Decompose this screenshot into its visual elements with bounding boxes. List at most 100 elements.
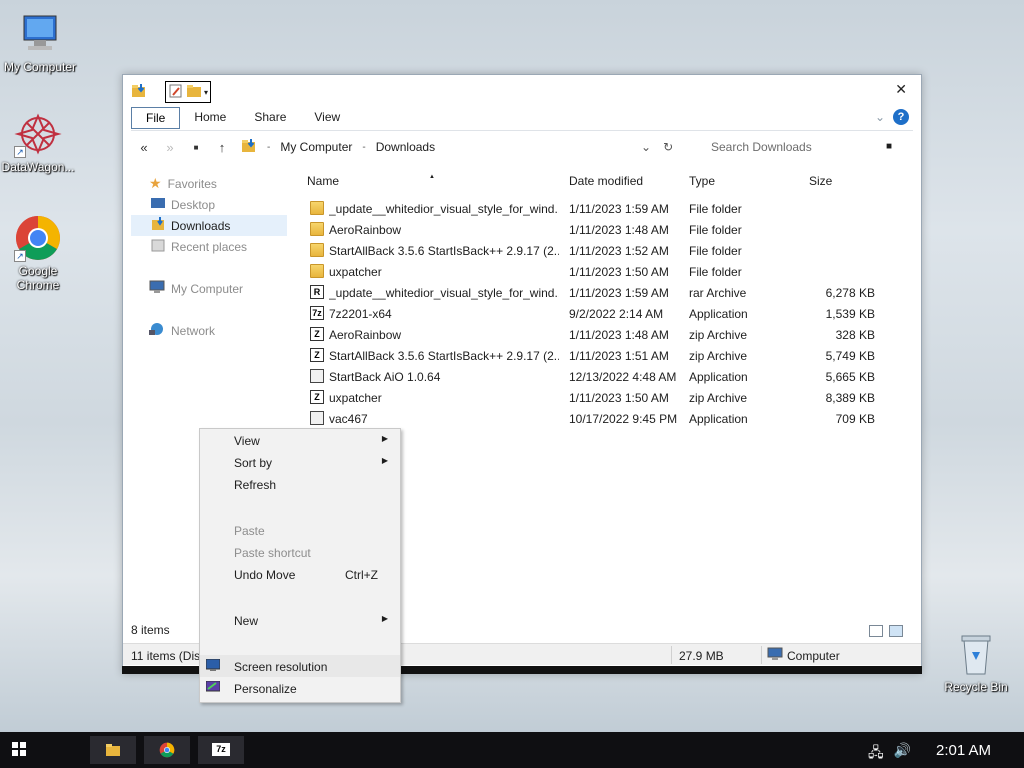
taskbar-file-explorer[interactable] — [90, 736, 136, 764]
address-dropdown-icon[interactable]: ⌄ — [641, 140, 651, 154]
menu-item-undo-move[interactable]: Undo Move Ctrl+Z — [200, 563, 400, 585]
tab-file[interactable]: File — [131, 107, 181, 129]
search-input[interactable]: Search Downloads — [707, 135, 897, 159]
ribbon-divider — [131, 130, 913, 131]
menu-item-view[interactable]: View ▶ — [200, 429, 400, 451]
desktop-icon-my-computer[interactable]: My Computer — [0, 10, 80, 74]
menu-item-new[interactable]: New ▶ — [200, 609, 400, 631]
file-type: rar Archive — [689, 286, 747, 300]
file-name: StartAllBack 3.5.6 StartIsBack++ 2.9.17 … — [329, 244, 559, 258]
menu-label: Sort by — [234, 456, 273, 470]
file-type: File folder — [689, 265, 742, 279]
table-row[interactable]: AeroRainbow 1/11/2023 1:48 AM File folde… — [307, 219, 907, 240]
desktop-icon-label: Recycle Bin — [944, 680, 1008, 694]
file-size: 8,389 KB — [825, 391, 875, 405]
table-row[interactable]: StartBack AiO 1.0.64 12/13/2022 4:48 AM … — [307, 366, 907, 387]
close-icon[interactable]: ✕ — [895, 81, 907, 98]
new-folder-icon[interactable] — [186, 83, 202, 102]
column-name[interactable]: Name — [307, 174, 339, 188]
recent-locations-icon[interactable]: ■ — [183, 143, 209, 152]
downloads-icon — [151, 217, 165, 234]
menu-item-sort-by[interactable]: Sort by ▶ — [200, 451, 400, 473]
file-name: uxpatcher — [329, 391, 382, 405]
rar-archive-icon: R — [310, 285, 324, 299]
customize-dropdown-icon[interactable]: ▾ — [204, 88, 208, 97]
clock[interactable]: 2:01 AM — [936, 742, 991, 759]
back-icon[interactable]: « — [131, 140, 157, 155]
file-size: 709 KB — [835, 412, 875, 426]
file-date: 9/2/2022 2:14 AM — [569, 307, 664, 321]
star-icon: ★ — [149, 175, 162, 191]
refresh-icon[interactable]: ↻ — [663, 140, 673, 154]
nav-recent-places[interactable]: Recent places — [131, 236, 287, 257]
ribbon-tabs: File Home Share View — [131, 107, 354, 129]
folder-icon — [310, 222, 324, 236]
tab-share[interactable]: Share — [240, 107, 300, 129]
menu-item-personalize[interactable]: Personalize — [200, 677, 400, 699]
details-view-icon[interactable] — [869, 625, 883, 637]
desktop-icon-label: DataWagon... — [1, 160, 75, 174]
tab-home[interactable]: Home — [180, 107, 240, 129]
volume-icon[interactable]: 🔊 — [894, 742, 911, 766]
breadcrumb[interactable]: - My Computer - Downloads — [241, 138, 435, 157]
table-row[interactable]: Z AeroRainbow 1/11/2023 1:48 AM zip Arch… — [307, 324, 907, 345]
menu-item-paste[interactable]: Paste — [200, 519, 400, 541]
datawagon-icon: ↗ — [14, 110, 62, 158]
table-row[interactable]: vac467 10/17/2022 9:45 PM Application 70… — [307, 408, 907, 429]
table-row[interactable]: Z uxpatcher 1/11/2023 1:50 AM zip Archiv… — [307, 387, 907, 408]
up-icon[interactable]: ↑ — [209, 140, 235, 155]
help-icon[interactable]: ? — [893, 109, 909, 125]
forward-icon[interactable]: » — [157, 140, 183, 155]
table-row[interactable]: R _update__whitedior_visual_style_for_wi… — [307, 282, 907, 303]
desktop-icon-datawagon[interactable]: ↗ DataWagon... — [0, 110, 78, 174]
file-size: 1,539 KB — [825, 307, 875, 321]
file-name: uxpatcher — [329, 265, 382, 279]
taskbar-chrome[interactable] — [144, 736, 190, 764]
file-name: StartAllBack 3.5.6 StartIsBack++ 2.9.17 … — [329, 349, 559, 363]
column-size[interactable]: Size — [809, 174, 832, 188]
large-icons-view-icon[interactable] — [889, 625, 903, 637]
column-type[interactable]: Type — [689, 174, 715, 188]
expand-ribbon-icon[interactable]: ⌄ — [875, 110, 885, 124]
nav-favorites[interactable]: ★ Favorites — [131, 173, 287, 194]
network-icon[interactable]: 🖧 — [868, 742, 884, 766]
status-items: 11 items (Dis — [131, 649, 201, 663]
table-row[interactable]: StartAllBack 3.5.6 StartIsBack++ 2.9.17 … — [307, 240, 907, 261]
table-row[interactable]: 7z 7z2201-x64 9/2/2022 2:14 AM Applicati… — [307, 303, 907, 324]
breadcrumb-separator: - — [267, 141, 271, 153]
taskbar-7zip[interactable]: 7z — [198, 736, 244, 764]
file-name: _update__whitedior_visual_style_for_wind… — [329, 202, 559, 216]
desktop-icon-google-chrome[interactable]: ↗ Google Chrome — [0, 214, 78, 292]
menu-label: Paste — [234, 524, 265, 538]
table-row[interactable]: uxpatcher 1/11/2023 1:50 AM File folder — [307, 261, 907, 282]
properties-icon[interactable] — [168, 83, 184, 102]
address-controls: ⌄ ↻ — [641, 140, 673, 154]
table-row[interactable]: _update__whitedior_visual_style_for_wind… — [307, 198, 907, 219]
menu-item-screen-resolution[interactable]: Screen resolution — [200, 655, 400, 677]
menu-item-paste-shortcut[interactable]: Paste shortcut — [200, 541, 400, 563]
windows-start-icon[interactable] — [12, 742, 26, 756]
column-date-modified[interactable]: Date modified — [569, 174, 643, 188]
menu-item-refresh[interactable]: Refresh — [200, 473, 400, 495]
file-name: _update__whitedior_visual_style_for_wind… — [329, 286, 559, 300]
file-type: File folder — [689, 202, 742, 216]
file-date: 1/11/2023 1:48 AM — [569, 223, 669, 237]
nav-desktop[interactable]: Desktop — [131, 194, 287, 215]
nav-downloads[interactable]: Downloads — [131, 215, 287, 236]
tab-view[interactable]: View — [300, 107, 354, 129]
desktop-icon-recycle-bin[interactable]: Recycle Bin — [936, 630, 1016, 694]
nav-my-computer[interactable]: My Computer — [131, 278, 287, 299]
desktop-icon-label: Google Chrome — [16, 264, 60, 292]
breadcrumb-my-computer[interactable]: My Computer — [280, 140, 352, 154]
file-size: 6,278 KB — [825, 286, 875, 300]
nav-network[interactable]: Network — [131, 320, 287, 341]
file-type: Application — [689, 412, 748, 426]
file-type: Application — [689, 307, 748, 321]
network-icon — [149, 322, 165, 339]
breadcrumb-downloads[interactable]: Downloads — [376, 140, 435, 154]
recycle-bin-icon — [952, 630, 1000, 678]
submenu-arrow-icon: ▶ — [381, 456, 388, 465]
search-icon[interactable]: ■ — [886, 141, 892, 152]
quick-access-box[interactable]: ▾ — [165, 81, 212, 103]
table-row[interactable]: Z StartAllBack 3.5.6 StartIsBack++ 2.9.1… — [307, 345, 907, 366]
